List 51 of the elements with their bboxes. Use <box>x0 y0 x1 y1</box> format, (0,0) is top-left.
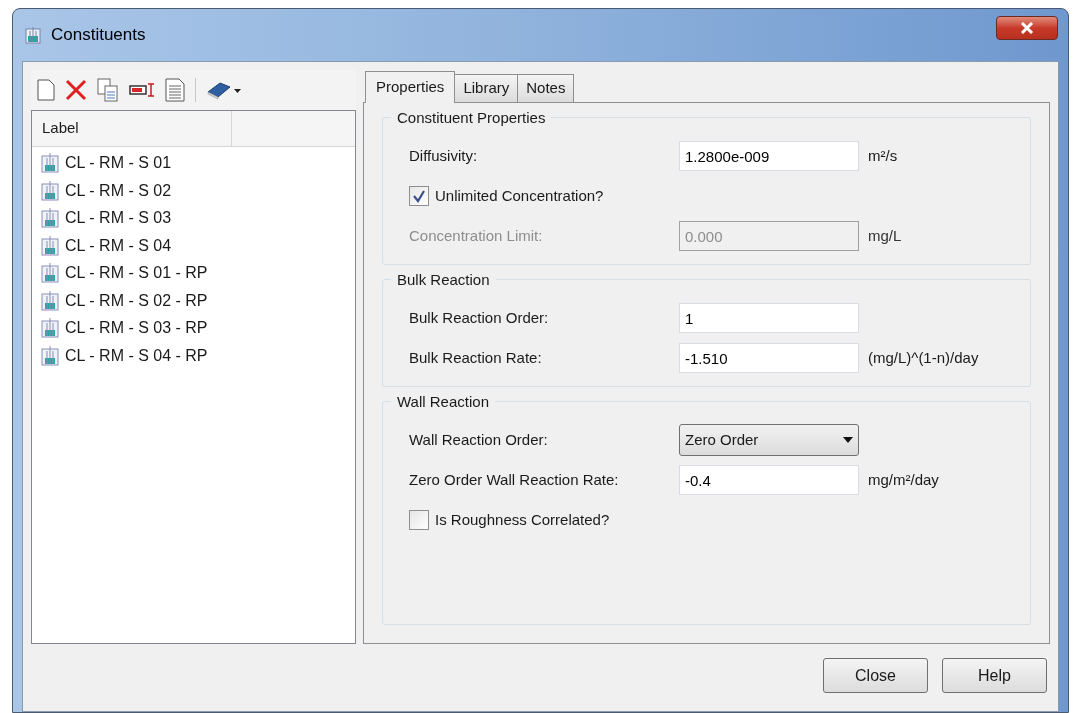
field-label: Bulk Reaction Rate: <box>409 347 543 368</box>
list-item[interactable]: CL - RM - S 04 - RP <box>40 343 208 368</box>
input-field[interactable]: 1.2800e-009 <box>679 141 859 171</box>
checkbox[interactable] <box>409 186 429 206</box>
beaker-icon <box>40 289 62 312</box>
checkbox-label: Unlimited Concentration? <box>435 185 604 206</box>
book-dropdown-icon[interactable] <box>206 80 242 100</box>
list-item[interactable]: CL - RM - S 01 - RP <box>40 261 208 286</box>
beaker-icon <box>40 152 62 175</box>
field-label: Diffusivity: <box>409 145 479 166</box>
beaker-icon <box>23 25 43 45</box>
new-document-icon[interactable] <box>37 79 55 101</box>
dropdown[interactable]: Zero Order <box>679 424 859 456</box>
beaker-icon <box>40 207 62 230</box>
close-button[interactable] <box>996 16 1058 40</box>
dialog-button[interactable]: Help <box>942 658 1047 693</box>
list-item[interactable]: CL - RM - S 03 - RP <box>40 316 208 341</box>
beaker-icon <box>40 179 62 202</box>
dialog-button[interactable]: Close <box>823 658 928 693</box>
beaker-icon <box>40 234 62 257</box>
delete-icon[interactable] <box>65 79 87 101</box>
beaker-icon <box>40 262 62 285</box>
copy-icon[interactable] <box>97 78 119 102</box>
input-field[interactable]: -1.510 <box>679 343 859 373</box>
list-item[interactable]: CL - RM - S 04 <box>40 233 172 258</box>
field-label: Wall Reaction Order: <box>409 429 549 450</box>
checkbox[interactable] <box>409 510 429 530</box>
window-title: Constituents <box>51 24 146 47</box>
field-label: Zero Order Wall Reaction Rate: <box>409 469 620 490</box>
beaker-icon <box>40 344 62 367</box>
beaker-icon <box>40 317 62 340</box>
rename-icon[interactable] <box>129 82 155 98</box>
field-label: Bulk Reaction Order: <box>409 307 550 328</box>
tab[interactable]: Properties <box>365 71 456 103</box>
field-label: Concentration Limit: <box>409 225 544 246</box>
list-item[interactable]: CL - RM - S 03 <box>40 206 172 231</box>
input-field[interactable]: 1 <box>679 303 859 333</box>
caret-icon <box>843 437 853 443</box>
unit-label: mg/m²/day <box>868 469 939 490</box>
input-field[interactable]: -0.4 <box>679 465 859 495</box>
unit-label: mg/L <box>868 225 902 246</box>
checkbox-label: Is Roughness Correlated? <box>435 509 610 530</box>
tab[interactable]: Library <box>454 74 519 102</box>
unit-label: (mg/L)^(1-n)/day <box>868 347 979 368</box>
list-item[interactable]: CL - RM - S 02 <box>40 178 172 203</box>
list-item[interactable]: CL - RM - S 02 - RP <box>40 288 208 313</box>
list-item[interactable]: CL - RM - S 01 <box>40 151 172 176</box>
close-icon <box>1020 22 1034 34</box>
unit-label: m²/s <box>868 145 898 166</box>
report-icon[interactable] <box>165 78 185 102</box>
tab[interactable]: Notes <box>517 74 575 102</box>
